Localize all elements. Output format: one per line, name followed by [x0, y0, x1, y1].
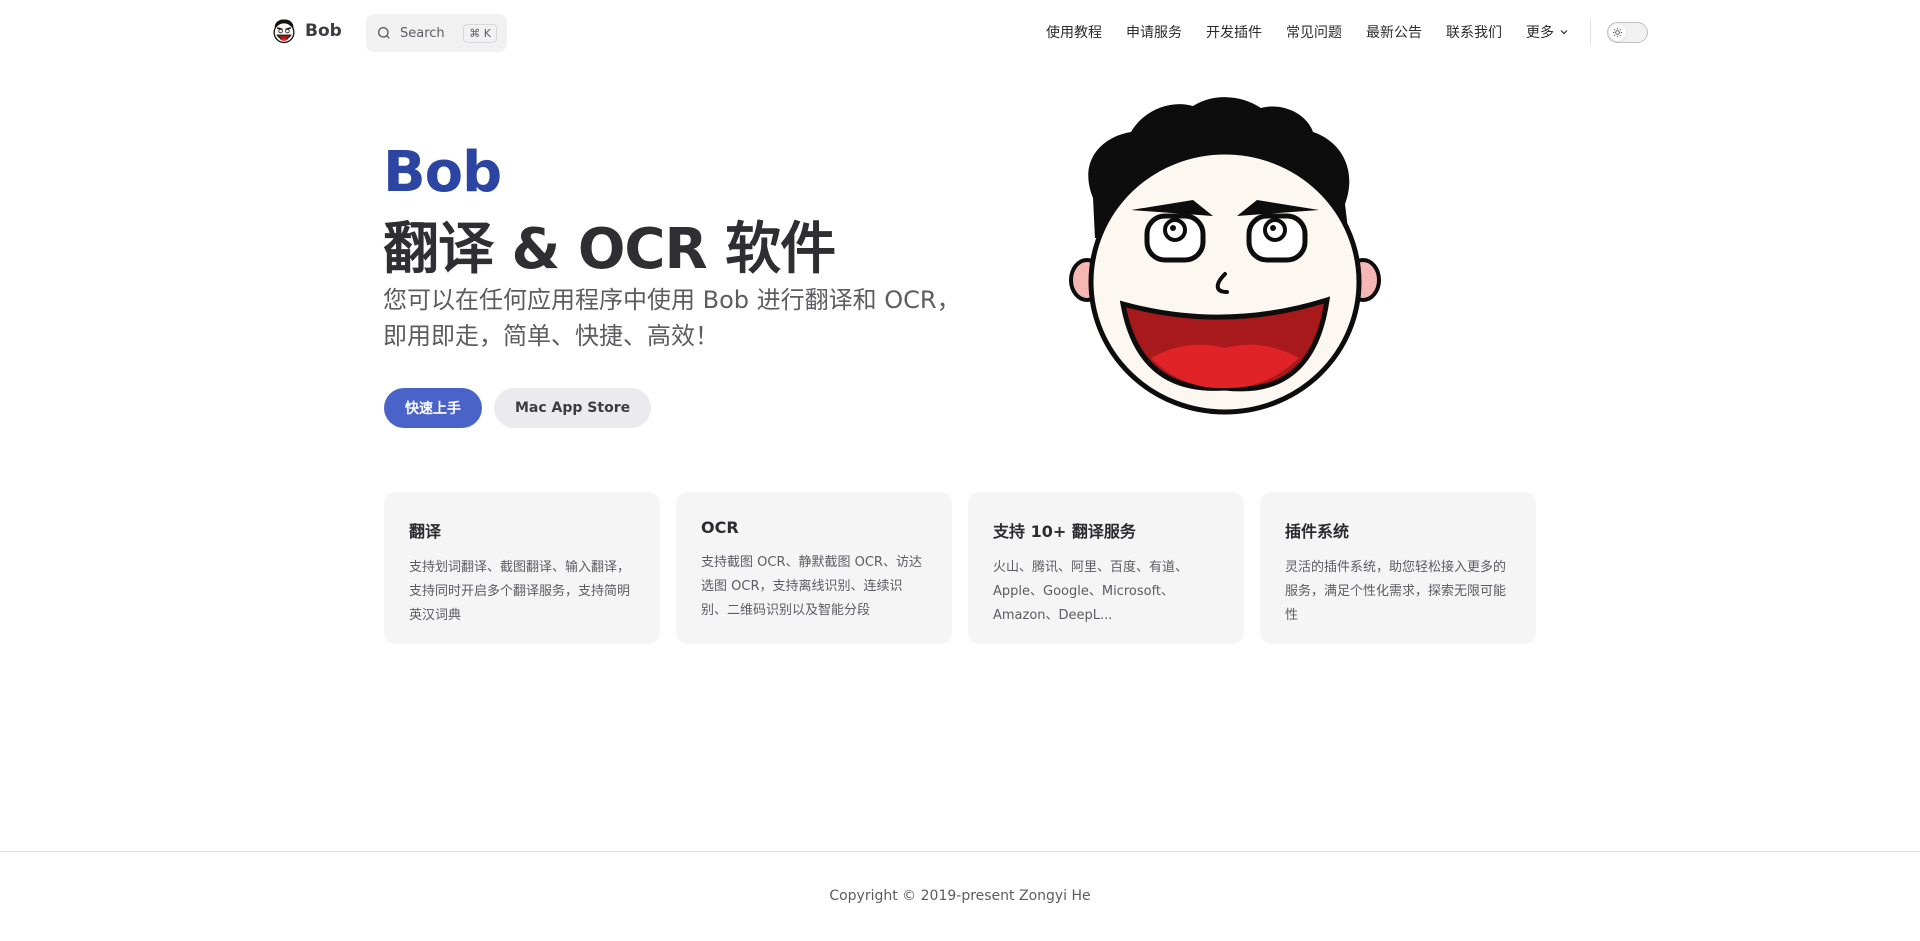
search-icon	[378, 27, 390, 39]
feature-card-plugins: 插件系统 灵活的插件系统，助您轻松接入更多的服务，满足个性化需求，探索无限可能性	[1260, 492, 1536, 644]
bob-logo-icon	[273, 19, 295, 44]
theme-toggle[interactable]	[1607, 22, 1648, 43]
search-label: Search	[400, 25, 445, 41]
feature-details: 支持划词翻译、截图翻译、输入翻译，支持同时开启多个翻译服务，支持简明英汉词典	[409, 560, 631, 623]
search-button[interactable]: Search ⌘ K	[366, 14, 507, 52]
hero-text: 翻译 & OCR 软件	[383, 217, 836, 282]
bob-mascot-icon	[1069, 97, 1381, 415]
main-menu: 使用教程 申请服务 开发插件 常见问题 最新公告 联系我们 更多	[1046, 0, 1570, 64]
search-shortcut: ⌘ K	[463, 23, 497, 43]
hero-actions: 快速上手 Mac App Store	[384, 388, 652, 428]
feature-title: 插件系统	[1285, 522, 1350, 541]
menu-item-contact[interactable]: 联系我们	[1446, 22, 1502, 42]
menu-item-more[interactable]: 更多	[1526, 22, 1570, 42]
menu-item-apply-service[interactable]: 申请服务	[1126, 22, 1182, 42]
footer: Copyright © 2019-present Zongyi He	[0, 851, 1920, 941]
menu-item-announcements[interactable]: 最新公告	[1366, 22, 1422, 42]
feature-title: 翻译	[409, 522, 442, 541]
toggle-knob	[1609, 24, 1626, 41]
feature-details: 支持截图 OCR、静默截图 OCR、访达选图 OCR，支持离线识别、连续识别、二…	[701, 555, 922, 618]
menu-item-faq[interactable]: 常见问题	[1286, 22, 1342, 42]
copyright: Copyright © 2019-present Zongyi He	[829, 888, 1091, 904]
feature-details: 火山、腾讯、阿里、百度、有道、Apple、Google、Microsoft、Am…	[993, 560, 1189, 623]
hero-tagline: 您可以在任何应用程序中使用 Bob 进行翻译和 OCR，即用即走，简单、快捷、高…	[383, 286, 961, 350]
feature-title: OCR	[701, 518, 739, 537]
get-started-button[interactable]: 快速上手	[384, 388, 482, 428]
sun-icon	[1612, 27, 1623, 38]
feature-card-ocr: OCR 支持截图 OCR、静默截图 OCR、访达选图 OCR，支持离线识别、连续…	[676, 492, 952, 644]
feature-title: 支持 10+ 翻译服务	[993, 522, 1136, 541]
top-nav: Bob Search ⌘ K 使用教程 申请服务 开发插件 常见问题 最新公告 …	[0, 0, 1920, 64]
brand-link[interactable]: Bob	[271, 18, 342, 44]
menu-item-more-label: 更多	[1526, 25, 1554, 41]
chevron-down-icon	[1560, 30, 1568, 35]
mac-app-store-button[interactable]: Mac App Store	[494, 388, 652, 428]
features: 翻译 支持划词翻译、截图翻译、输入翻译，支持同时开启多个翻译服务，支持简明英汉词…	[384, 492, 1536, 644]
feature-card-services: 支持 10+ 翻译服务 火山、腾讯、阿里、百度、有道、Apple、Google、…	[968, 492, 1244, 644]
menu-item-tutorial[interactable]: 使用教程	[1046, 22, 1102, 42]
feature-details: 灵活的插件系统，助您轻松接入更多的服务，满足个性化需求，探索无限可能性	[1285, 560, 1507, 623]
nav-divider	[1590, 20, 1591, 44]
menu-item-plugin-dev[interactable]: 开发插件	[1206, 22, 1262, 42]
feature-card-translate: 翻译 支持划词翻译、截图翻译、输入翻译，支持同时开启多个翻译服务，支持简明英汉词…	[384, 492, 660, 644]
brand-name: Bob	[305, 21, 342, 41]
hero-name: Bob	[383, 140, 502, 205]
